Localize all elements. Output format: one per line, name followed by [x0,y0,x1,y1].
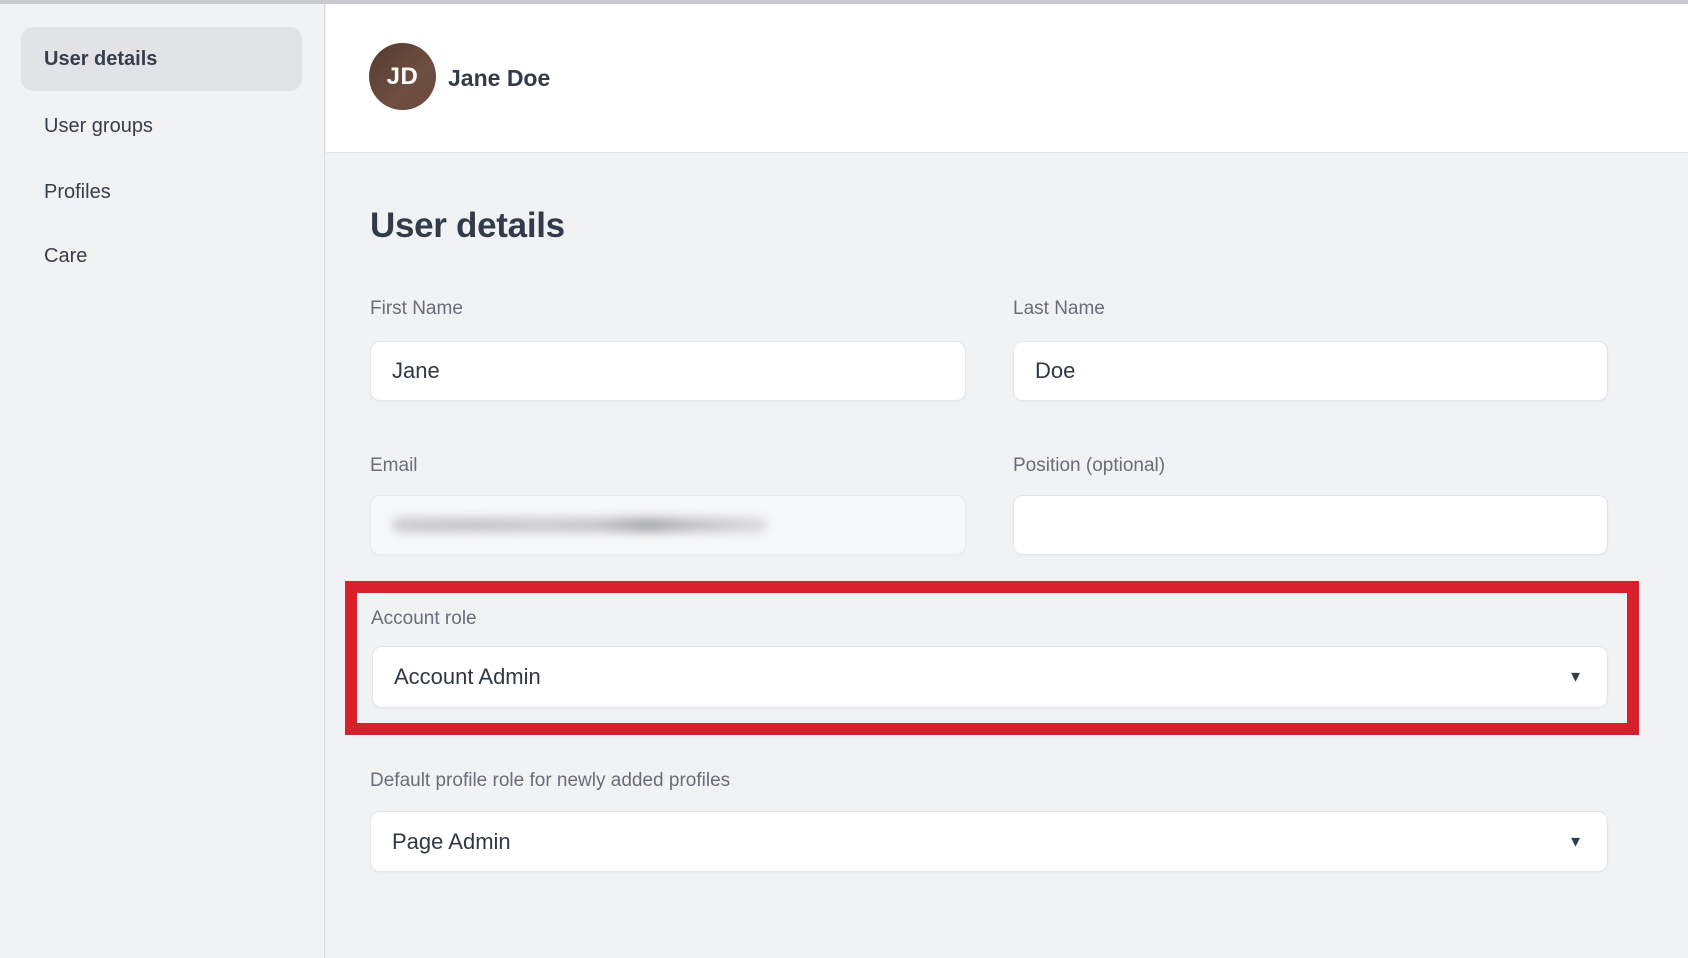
default-profile-role-select[interactable]: Page Admin ▼ [370,811,1608,872]
sidebar-item-label: Profiles [44,181,111,204]
default-profile-role-label: Default profile role for newly added pro… [370,770,730,792]
default-profile-role-value: Page Admin [392,829,511,855]
sidebar-item-care[interactable]: Care [21,224,302,288]
account-role-value: Account Admin [394,664,541,690]
settings-sidebar: User details User groups Profiles Care [0,4,325,958]
last-name-input[interactable] [1013,341,1608,401]
avatar-initials: JD [387,63,419,91]
chevron-down-icon: ▼ [1568,834,1583,849]
sidebar-item-label: User details [44,48,157,71]
position-input[interactable] [1013,495,1608,555]
avatar: JD [369,43,436,110]
sidebar-item-profiles[interactable]: Profiles [21,160,302,224]
sidebar-item-label: Care [44,245,87,268]
redacted-email-value [392,518,767,533]
sidebar-item-user-details[interactable]: User details [21,27,302,91]
sidebar-item-label: User groups [44,115,153,138]
first-name-label: First Name [370,298,463,320]
chevron-down-icon: ▼ [1568,670,1583,685]
sidebar-item-user-groups[interactable]: User groups [21,94,302,158]
email-input [370,495,966,555]
account-role-select[interactable]: Account Admin ▼ [372,646,1608,708]
account-role-label: Account role [371,608,477,630]
user-header: JD Jane Doe [326,4,1688,153]
email-label: Email [370,455,418,477]
user-name: Jane Doe [448,4,550,153]
position-label: Position (optional) [1013,455,1165,477]
page-title: User details [370,206,565,246]
first-name-input[interactable] [370,341,966,401]
last-name-label: Last Name [1013,298,1105,320]
